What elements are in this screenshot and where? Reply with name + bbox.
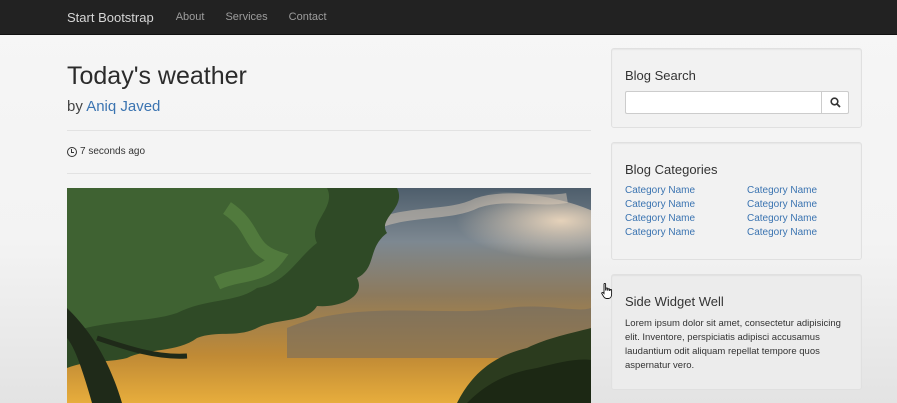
author-link[interactable]: Aniq Javed [86, 98, 160, 115]
divider [67, 130, 591, 131]
category-link[interactable]: Category Name [625, 227, 695, 239]
category-link[interactable]: Category Name [747, 185, 817, 197]
side-widget-well: Side Widget Well Lorem ipsum dolor sit a… [611, 274, 862, 390]
sunset-tree-image [67, 188, 591, 403]
hand-cursor-icon [601, 283, 614, 305]
search-group [625, 91, 849, 114]
post-title: Today's weather [67, 62, 247, 90]
post-byline: by Aniq Javed [67, 98, 160, 115]
nav-link-services[interactable]: Services [225, 11, 267, 23]
search-icon [829, 97, 841, 108]
category-link[interactable]: Category Name [747, 227, 817, 239]
category-link[interactable]: Category Name [625, 213, 695, 225]
top-navbar: Start Bootstrap About Services Contact [0, 0, 897, 35]
byline-prefix: by [67, 98, 83, 115]
post-date: 7 seconds ago [67, 146, 145, 157]
category-link[interactable]: Category Name [625, 199, 695, 211]
search-input[interactable] [625, 91, 821, 114]
category-link[interactable]: Category Name [747, 199, 817, 211]
category-link[interactable]: Category Name [625, 185, 695, 197]
side-widget-title: Side Widget Well [625, 294, 724, 309]
post-image [67, 188, 591, 403]
search-button[interactable] [821, 91, 849, 114]
divider [67, 173, 591, 174]
category-link[interactable]: Category Name [747, 213, 817, 225]
blog-categories-well: Blog Categories Category Name Category N… [611, 142, 862, 260]
nav-link-about[interactable]: About [176, 11, 205, 23]
side-widget-text: Lorem ipsum dolor sit amet, consectetur … [625, 318, 841, 371]
navbar-brand[interactable]: Start Bootstrap [67, 10, 154, 25]
clock-icon [67, 146, 77, 157]
nav-link-contact[interactable]: Contact [289, 11, 327, 23]
blog-search-title: Blog Search [625, 68, 696, 83]
blog-categories-title: Blog Categories [625, 162, 718, 177]
blog-search-well: Blog Search [611, 48, 862, 128]
posted-time: 7 seconds ago [80, 146, 146, 157]
